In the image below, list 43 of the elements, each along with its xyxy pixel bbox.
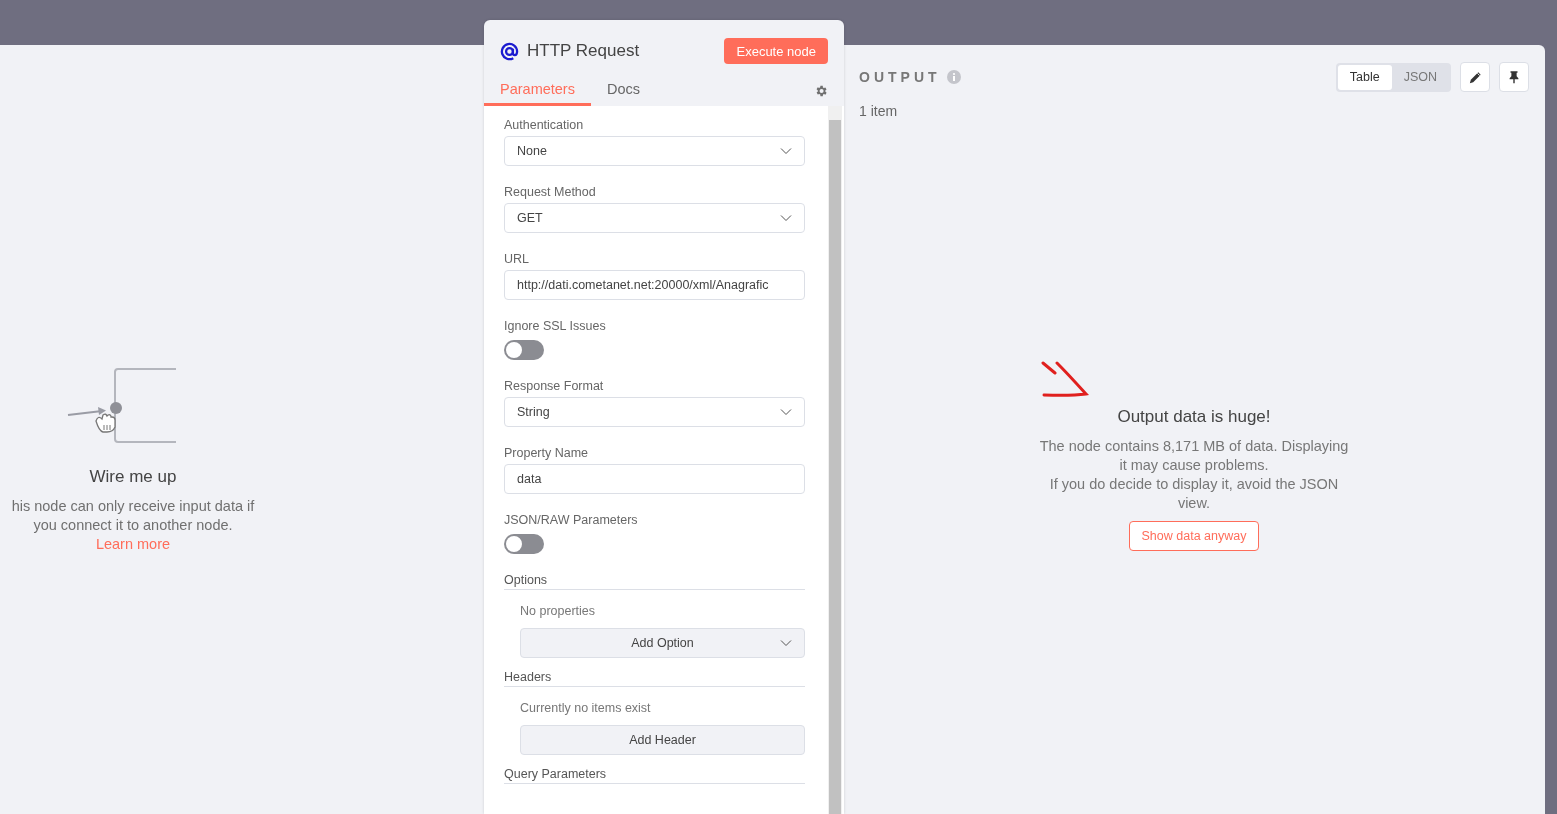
- input-field[interactable]: data: [504, 464, 805, 494]
- field-label: Ignore SSL Issues: [504, 319, 607, 335]
- view-option[interactable]: Table: [1337, 64, 1392, 90]
- select-field[interactable]: None: [504, 136, 805, 166]
- toggle-switch[interactable]: [504, 340, 544, 360]
- warning-text: The node contains 8,171 MB of data. Displaying it may cause problems.: [1039, 437, 1349, 475]
- node-title: HTTP Request: [527, 41, 641, 61]
- edit-button[interactable]: [1460, 62, 1490, 92]
- hint-text: his node can only receive input data if you connect it to another node. Learn more: [10, 497, 256, 554]
- field-label: URL: [504, 252, 530, 268]
- select-field[interactable]: GET: [504, 203, 805, 233]
- section-heading: Options: [504, 573, 805, 590]
- field-label: Property Name: [504, 446, 590, 462]
- panel-title: Wire me up: [89, 467, 177, 487]
- field-label: Request Method: [504, 185, 597, 201]
- warning-text: If you do decide to display it, avoid the JSON view.: [1048, 475, 1340, 513]
- settings-icon[interactable]: [814, 84, 828, 98]
- panel-tab[interactable]: Docs: [590, 76, 656, 106]
- warning-title: Output data is huge!: [1117, 407, 1271, 427]
- pin-icon: [1507, 70, 1521, 84]
- info-icon[interactable]: [946, 70, 961, 84]
- chevron-icon: [780, 639, 792, 647]
- output-title: OUTPUT: [859, 69, 941, 85]
- select-field[interactable]: String: [504, 397, 805, 427]
- chevron-icon: [780, 408, 792, 416]
- chevron-icon: [780, 214, 792, 222]
- at-sign-icon: [500, 41, 519, 61]
- field-label: Response Format: [504, 379, 605, 395]
- add-button[interactable]: Add Option: [520, 628, 805, 658]
- chevron-icon: [780, 147, 792, 155]
- pin-button[interactable]: [1499, 62, 1529, 92]
- scrollbar[interactable]: [828, 106, 842, 814]
- field-label: JSON/RAW Parameters: [504, 513, 639, 529]
- add-button[interactable]: Add Header: [520, 725, 805, 755]
- section-heading: Headers: [504, 670, 805, 687]
- empty-text: No properties: [519, 603, 597, 620]
- annotation-arrow: [1041, 361, 1091, 397]
- input-field[interactable]: http://dati.cometanet.net:20000/xml/Anagrafic: [504, 270, 805, 300]
- toggle-switch[interactable]: [504, 534, 544, 554]
- empty-text: Currently no items exist: [519, 700, 652, 717]
- section-heading: Query Parameters: [504, 767, 805, 784]
- item-count: 1 item: [859, 103, 899, 119]
- field-label: Authentication: [504, 118, 585, 134]
